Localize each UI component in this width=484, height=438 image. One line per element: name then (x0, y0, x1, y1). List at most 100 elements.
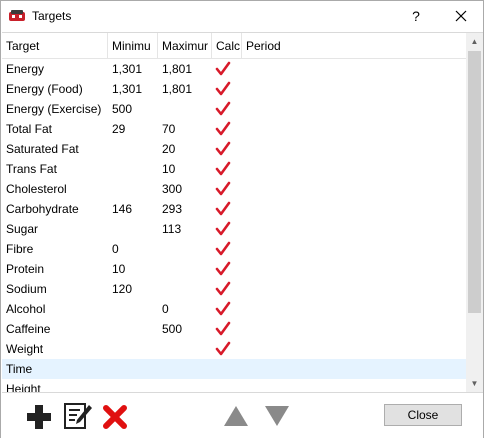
table-row[interactable]: Fibre 0 (2, 239, 466, 259)
cell-maximum (158, 99, 212, 119)
move-up-button[interactable] (223, 404, 249, 431)
cell-calc[interactable] (212, 279, 242, 299)
cell-target: Trans Fat (6, 162, 57, 176)
checkmark-icon (215, 61, 231, 76)
cell-calc[interactable] (212, 239, 242, 259)
cell-target: Cholesterol (6, 182, 67, 196)
targets-window: Targets ? Target Minimu Maximur Calc Per… (0, 0, 484, 438)
cell-minimum (108, 139, 158, 159)
cell-period (242, 379, 466, 392)
scroll-up-arrow-icon[interactable]: ▲ (466, 33, 483, 50)
cell-calc[interactable] (212, 359, 242, 379)
cell-minimum: 1,301 (112, 82, 143, 96)
targets-grid[interactable]: Target Minimu Maximur Calc Period Energy… (2, 32, 483, 393)
cell-calc[interactable] (212, 219, 242, 239)
cell-minimum (108, 339, 158, 359)
cell-calc[interactable] (212, 259, 242, 279)
cell-maximum: 1,801 (162, 82, 193, 96)
cell-calc[interactable] (212, 379, 242, 392)
add-target-button[interactable] (25, 403, 53, 434)
cell-period (242, 359, 466, 379)
table-row[interactable]: Trans Fat 10 (2, 159, 466, 179)
table-row[interactable]: Cholesterol 300 (2, 179, 466, 199)
app-icon (9, 10, 25, 21)
cell-target: Alcohol (6, 302, 46, 316)
cell-calc[interactable] (212, 199, 242, 219)
window-close-button[interactable] (443, 1, 479, 31)
cell-target: Energy (6, 62, 45, 76)
cell-minimum (108, 179, 158, 199)
cell-minimum: 120 (112, 282, 133, 296)
cell-period (242, 339, 466, 359)
cell-period (242, 59, 466, 79)
cell-minimum: 1,301 (112, 62, 143, 76)
cell-target: Height (6, 382, 41, 393)
cell-target: Protein (6, 262, 45, 276)
table-row[interactable]: Total Fat 29 70 (2, 119, 466, 139)
cell-target: Total Fat (6, 122, 53, 136)
cell-calc[interactable] (212, 59, 242, 79)
table-row[interactable]: Protein 10 (2, 259, 466, 279)
cell-maximum (158, 259, 212, 279)
vertical-scrollbar[interactable]: ▲ ▼ (466, 33, 483, 392)
table-row[interactable]: Sugar 113 (2, 219, 466, 239)
checkmark-icon (215, 241, 231, 256)
scroll-thumb[interactable] (468, 51, 481, 313)
cell-minimum: 146 (112, 202, 133, 216)
cell-minimum: 500 (112, 102, 133, 116)
table-row[interactable]: Time (2, 359, 466, 379)
cell-maximum: 70 (162, 122, 176, 136)
cell-calc[interactable] (212, 139, 242, 159)
column-header-period[interactable]: Period (242, 33, 466, 59)
help-button[interactable]: ? (401, 1, 431, 31)
cell-maximum: 113 (162, 222, 182, 236)
cell-minimum: 10 (112, 262, 126, 276)
cell-target: Fibre (6, 242, 34, 256)
table-row[interactable]: Height (2, 379, 466, 393)
table-row[interactable]: Weight (2, 339, 466, 359)
cell-calc[interactable] (212, 339, 242, 359)
cell-minimum (108, 299, 158, 319)
cell-target: Sodium (6, 282, 47, 296)
cell-calc[interactable] (212, 79, 242, 99)
table-row[interactable]: Energy 1,301 1,801 (2, 59, 466, 79)
cell-calc[interactable] (212, 319, 242, 339)
cell-calc[interactable] (212, 299, 242, 319)
table-row[interactable]: Carbohydrate 146 293 (2, 199, 466, 219)
table-row[interactable]: Alcohol 0 (2, 299, 466, 319)
table-row[interactable]: Energy (Exercise) 500 (2, 99, 466, 119)
move-down-button[interactable] (264, 404, 290, 431)
cell-target: Caffeine (6, 322, 51, 336)
edit-target-button[interactable] (63, 401, 93, 434)
close-button[interactable]: Close (384, 404, 462, 426)
cell-minimum (108, 359, 158, 379)
column-header-minimum[interactable]: Minimu (108, 33, 158, 59)
cell-maximum (158, 379, 212, 392)
scroll-down-arrow-icon[interactable]: ▼ (466, 375, 483, 392)
checkmark-icon (215, 321, 231, 336)
cell-maximum (158, 279, 212, 299)
checkmark-icon (215, 181, 231, 196)
cell-minimum: 0 (112, 242, 119, 256)
cell-calc[interactable] (212, 159, 242, 179)
close-icon (455, 10, 467, 22)
column-header-target[interactable]: Target (2, 33, 108, 59)
table-row[interactable]: Caffeine 500 (2, 319, 466, 339)
delete-target-button[interactable] (102, 404, 128, 433)
cell-period (242, 119, 466, 139)
cell-maximum: 0 (162, 302, 169, 316)
cell-calc[interactable] (212, 119, 242, 139)
cell-period (242, 99, 466, 119)
column-header-calc[interactable]: Calc (212, 33, 242, 59)
cell-period (242, 139, 466, 159)
cell-calc[interactable] (212, 179, 242, 199)
table-row[interactable]: Energy (Food) 1,301 1,801 (2, 79, 466, 99)
cell-target: Carbohydrate (6, 202, 79, 216)
plus-icon (27, 405, 51, 429)
cell-maximum: 293 (162, 202, 183, 216)
column-header-maximum[interactable]: Maximur (158, 33, 212, 59)
table-row[interactable]: Saturated Fat 20 (2, 139, 466, 159)
checkmark-icon (215, 201, 231, 216)
table-row[interactable]: Sodium 120 (2, 279, 466, 299)
cell-calc[interactable] (212, 99, 242, 119)
